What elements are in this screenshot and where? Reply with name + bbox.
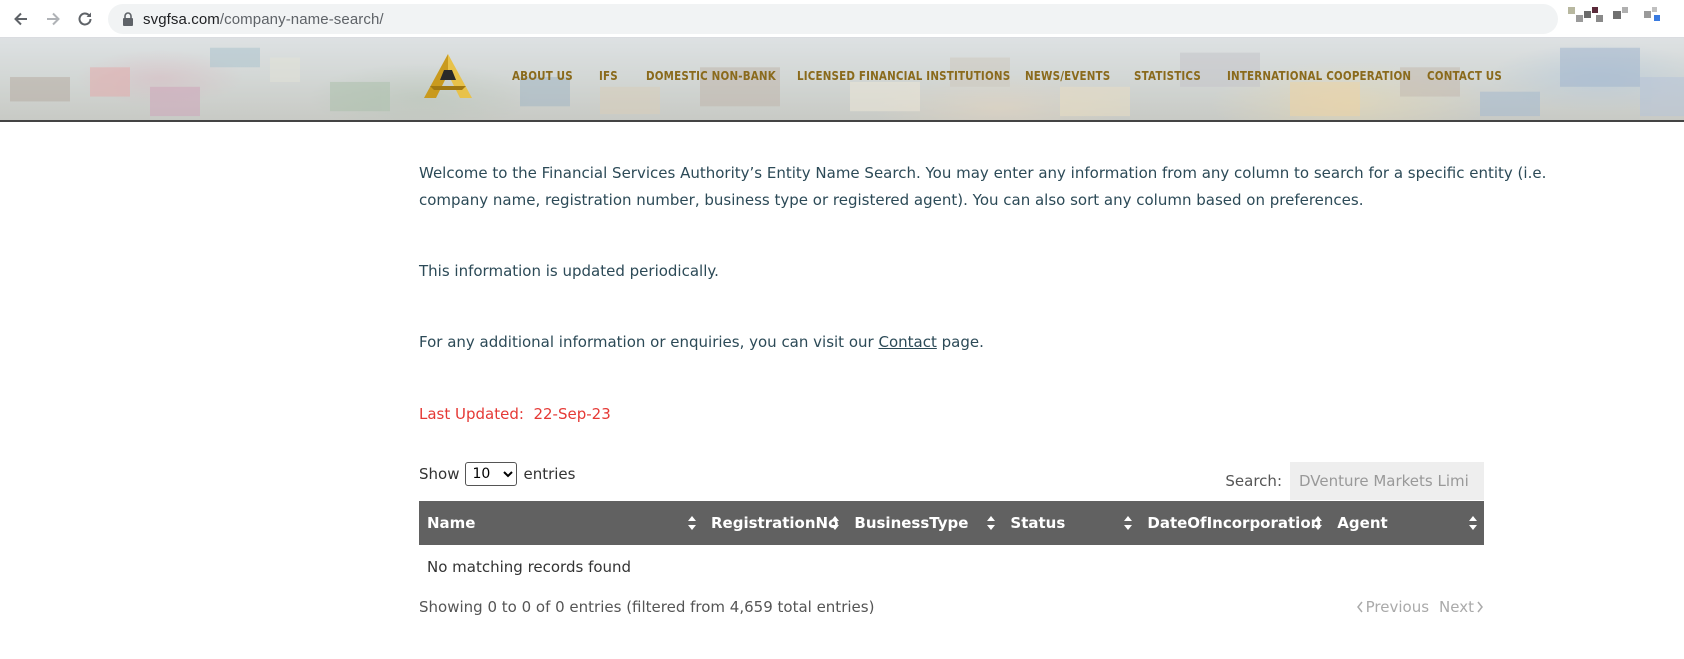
lock-icon	[123, 12, 133, 26]
contact-prefix: For any additional information or enquir…	[419, 333, 874, 351]
last-updated: Last Updated: 22-Sep-23	[419, 401, 611, 428]
forward-icon[interactable]	[42, 8, 64, 30]
chevron-left-icon	[1356, 601, 1363, 613]
extension-icons[interactable]	[1568, 7, 1678, 25]
nav-news-events[interactable]: NEWS/EVENTS	[1025, 69, 1110, 87]
back-icon[interactable]	[10, 8, 32, 30]
address-bar[interactable]: svgfsa.com/company-name-search/	[108, 4, 1558, 34]
nav-ifs[interactable]: IFS	[599, 69, 618, 87]
column-header-dateofincorporation[interactable]: DateOfIncorporation	[1139, 501, 1329, 545]
table-row: No matching records found	[419, 545, 1484, 588]
column-header-registrationno[interactable]: RegistrationNo	[703, 501, 846, 545]
nav-domestic-non-bank[interactable]: DOMESTIC NON-BANK	[646, 69, 776, 87]
search-input[interactable]	[1290, 462, 1484, 500]
column-header-status[interactable]: Status	[1002, 501, 1139, 545]
last-updated-value: 22-Sep-23	[533, 405, 611, 423]
entries-label: entries	[523, 465, 576, 483]
entity-table: Name RegistrationNo BusinessType Status …	[419, 501, 1484, 588]
intro-text-line1: Welcome to the Financial Services Author…	[419, 164, 1547, 182]
reload-icon[interactable]	[74, 8, 96, 30]
sort-icon	[1469, 516, 1477, 530]
show-label: Show	[419, 465, 460, 483]
nav-about-us[interactable]: ABOUT US	[512, 69, 573, 87]
intro-text-line2: company name, registration number, busin…	[419, 191, 1364, 209]
update-note: This information is updated periodically…	[419, 262, 719, 280]
last-updated-label: Last Updated:	[419, 405, 524, 423]
page-size-select[interactable]: 102550100	[465, 462, 518, 486]
nav-statistics[interactable]: STATISTICS	[1134, 69, 1201, 87]
table-search: Search:	[1225, 462, 1484, 500]
sort-icon	[987, 516, 996, 530]
column-header-agent[interactable]: Agent	[1329, 501, 1484, 545]
fsa-logo[interactable]	[420, 52, 476, 102]
contact-link[interactable]: Contact	[878, 333, 936, 351]
nav-contact-us[interactable]: CONTACT US	[1427, 69, 1502, 87]
next-label: Next	[1439, 598, 1474, 616]
pagination: Previous Next	[1356, 598, 1484, 616]
url-text: svgfsa.com/company-name-search/	[143, 10, 384, 28]
sort-icon	[688, 516, 696, 530]
column-header-businesstype[interactable]: BusinessType	[846, 501, 1002, 545]
page-size-control: Show 102550100 entries	[419, 462, 575, 486]
contact-note: For any additional information or enquir…	[419, 329, 984, 356]
chevron-right-icon	[1477, 601, 1483, 613]
sort-icon	[831, 516, 840, 530]
browser-toolbar: svgfsa.com/company-name-search/	[0, 0, 1684, 38]
empty-table-message: No matching records found	[427, 557, 632, 576]
table-header-row: Name RegistrationNo BusinessType Status …	[419, 501, 1484, 545]
previous-label: Previous	[1365, 598, 1430, 616]
nav-international-cooperation[interactable]: INTERNATIONAL COOPERATION	[1227, 69, 1411, 87]
previous-button[interactable]: Previous	[1356, 598, 1429, 616]
table-info: Showing 0 to 0 of 0 entries (filtered fr…	[419, 598, 875, 616]
nav-licensed-financial-institutions[interactable]: LICENSED FINANCIAL INSTITUTIONS	[797, 69, 1010, 87]
contact-suffix: page.	[941, 333, 984, 351]
next-button[interactable]: Next	[1439, 598, 1484, 616]
sort-icon	[1314, 516, 1323, 530]
column-header-name[interactable]: Name	[419, 501, 703, 545]
search-label: Search:	[1225, 472, 1282, 490]
sort-icon	[1124, 516, 1133, 530]
